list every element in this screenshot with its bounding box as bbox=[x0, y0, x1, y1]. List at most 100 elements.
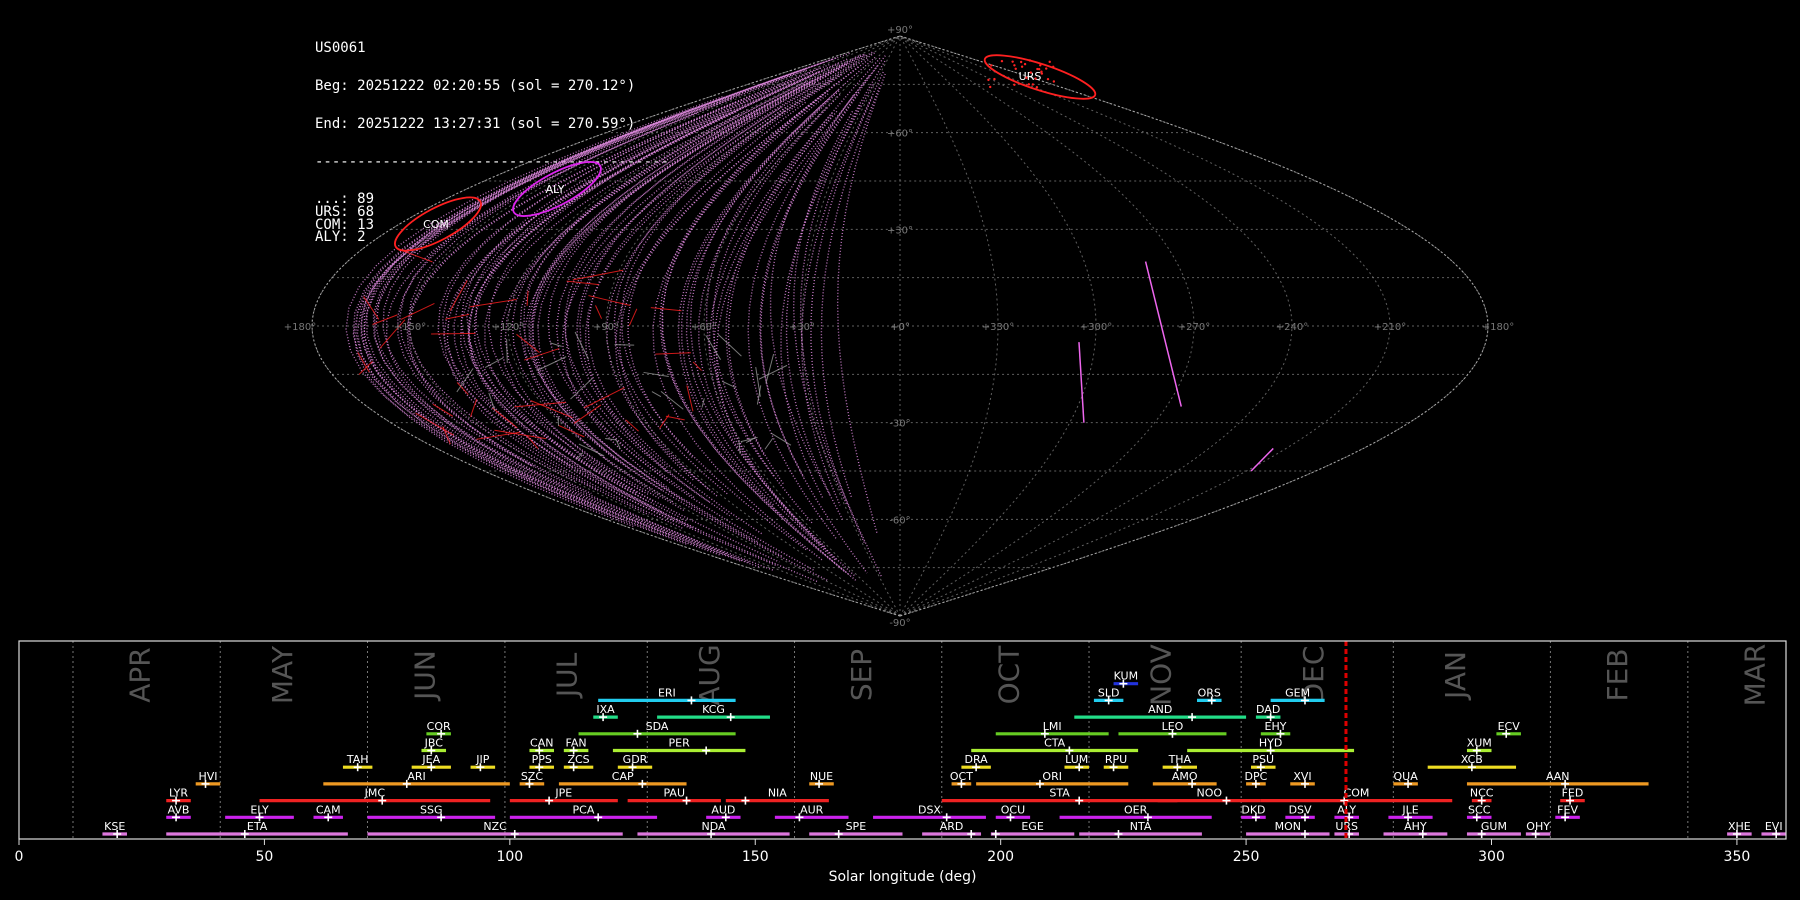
meteor-segment bbox=[701, 398, 705, 408]
shower-label: AUD bbox=[711, 803, 735, 816]
shower-label: DSX bbox=[918, 803, 941, 816]
sporadic-track bbox=[519, 81, 829, 582]
month-label: JAN bbox=[1439, 651, 1472, 701]
sporadic-track bbox=[352, 114, 722, 557]
shower-label: LUM bbox=[1065, 753, 1088, 766]
shower-label: GEM bbox=[1285, 686, 1310, 699]
ra-label: +30° bbox=[789, 322, 815, 333]
shower-label: SCC bbox=[1468, 803, 1491, 816]
shower-label: DRA bbox=[965, 753, 989, 766]
shower-label: ETA bbox=[247, 820, 268, 833]
shower-label: MON bbox=[1275, 820, 1301, 833]
sporadic-track bbox=[689, 56, 876, 548]
x-tick-label: 350 bbox=[1724, 849, 1751, 865]
shower-label: JEA bbox=[421, 753, 440, 766]
shower-label: ELY bbox=[250, 803, 269, 816]
meteor-segment bbox=[506, 338, 508, 363]
meteor-segment bbox=[1144, 261, 1182, 407]
shower-track bbox=[584, 387, 625, 409]
meteor-tracks bbox=[345, 51, 1274, 583]
ra-label: +270° bbox=[1178, 322, 1210, 333]
shower-label: RPU bbox=[1105, 753, 1127, 766]
meteor-segment bbox=[614, 344, 635, 346]
shower-label: HVI bbox=[198, 770, 217, 783]
shower-label: XUM bbox=[1467, 737, 1492, 750]
ra-label: +120° bbox=[492, 322, 524, 333]
shower-label: AUR bbox=[800, 803, 824, 816]
radiant-point bbox=[1011, 60, 1014, 63]
shower-label: LYR bbox=[169, 787, 188, 800]
radiant-point bbox=[1013, 83, 1016, 86]
sporadic-track bbox=[747, 75, 870, 540]
sporadic-track bbox=[460, 75, 813, 523]
meteor-segment bbox=[605, 438, 616, 441]
shower-label: COM bbox=[1344, 787, 1370, 800]
month-label: MAY bbox=[266, 645, 299, 704]
radiant-point bbox=[1014, 67, 1017, 70]
radiant-point bbox=[987, 78, 990, 82]
shower-label: ORI bbox=[1042, 770, 1062, 783]
sporadic-track bbox=[836, 73, 886, 534]
shower-label: HYD bbox=[1259, 737, 1282, 750]
radiant-point bbox=[1025, 76, 1028, 79]
shower-label: AND bbox=[1148, 703, 1172, 716]
meteor-segment bbox=[755, 366, 761, 397]
x-tick-label: 250 bbox=[1233, 849, 1260, 865]
dec-label: -90° bbox=[889, 618, 910, 629]
shower-label: NIA bbox=[768, 787, 787, 800]
shower-label: DAD bbox=[1256, 703, 1280, 716]
shower-label: DKD bbox=[1241, 803, 1265, 816]
shower-label: THA bbox=[1168, 753, 1192, 766]
radiant-point bbox=[1048, 60, 1051, 64]
shower-label: NCC bbox=[1470, 787, 1494, 800]
meridian-line bbox=[801, 35, 901, 617]
shower-label: JBC bbox=[424, 737, 444, 750]
dec-label: +30° bbox=[887, 225, 913, 236]
month-label: FEB bbox=[1601, 648, 1634, 701]
radiant-point bbox=[993, 77, 996, 81]
shower-label: FED bbox=[1562, 787, 1584, 800]
sporadic-track bbox=[473, 69, 823, 523]
radiant-point bbox=[1000, 59, 1004, 63]
shower-label: COR bbox=[427, 720, 451, 733]
shower-label: AHY bbox=[1404, 820, 1427, 833]
meteor-segment bbox=[705, 335, 721, 360]
shower-label: KUM bbox=[1114, 670, 1138, 683]
dec-label: +60° bbox=[887, 129, 913, 140]
radiant-point bbox=[1013, 64, 1016, 67]
radiant-point bbox=[1045, 67, 1048, 70]
meteor-segment bbox=[651, 391, 662, 398]
shower-label: NZC bbox=[483, 820, 507, 833]
shower-label: IXA bbox=[596, 703, 615, 716]
shower-label: FAN bbox=[566, 737, 587, 750]
shower-track bbox=[665, 415, 685, 421]
sporadic-track bbox=[685, 107, 836, 561]
shower-label: AVB bbox=[168, 803, 190, 816]
x-axis-label: Solar longitude (deg) bbox=[829, 869, 977, 885]
radiant-point bbox=[1039, 64, 1042, 67]
sporadic-track bbox=[627, 101, 806, 459]
radiant-point bbox=[1031, 83, 1035, 86]
shower-label: ERI bbox=[658, 686, 676, 699]
dec-label: +90° bbox=[887, 25, 913, 36]
sporadic-track bbox=[360, 67, 807, 536]
meteor-segment bbox=[717, 334, 742, 357]
shower-label: ARI bbox=[407, 770, 425, 783]
x-tick-label: 150 bbox=[742, 849, 769, 865]
sporadic-track bbox=[523, 54, 866, 512]
shower-label: JIP bbox=[475, 753, 489, 766]
shower-label: GUM bbox=[1481, 820, 1507, 833]
shower-label: JPE bbox=[554, 787, 572, 800]
meteor-segment bbox=[1250, 447, 1274, 472]
sporadic-track bbox=[407, 69, 808, 492]
month-label: AUG bbox=[693, 644, 726, 705]
shower-label: ECV bbox=[1498, 720, 1521, 733]
shower-label: PCA bbox=[573, 803, 595, 816]
shower-label: SLD bbox=[1098, 686, 1120, 699]
radiant-point bbox=[1023, 62, 1027, 66]
shower-label: CTA bbox=[1044, 737, 1066, 750]
radiant-point bbox=[1040, 70, 1043, 73]
radiant-point bbox=[1019, 60, 1023, 64]
x-tick-label: 0 bbox=[15, 849, 24, 865]
sporadic-track bbox=[355, 58, 833, 482]
